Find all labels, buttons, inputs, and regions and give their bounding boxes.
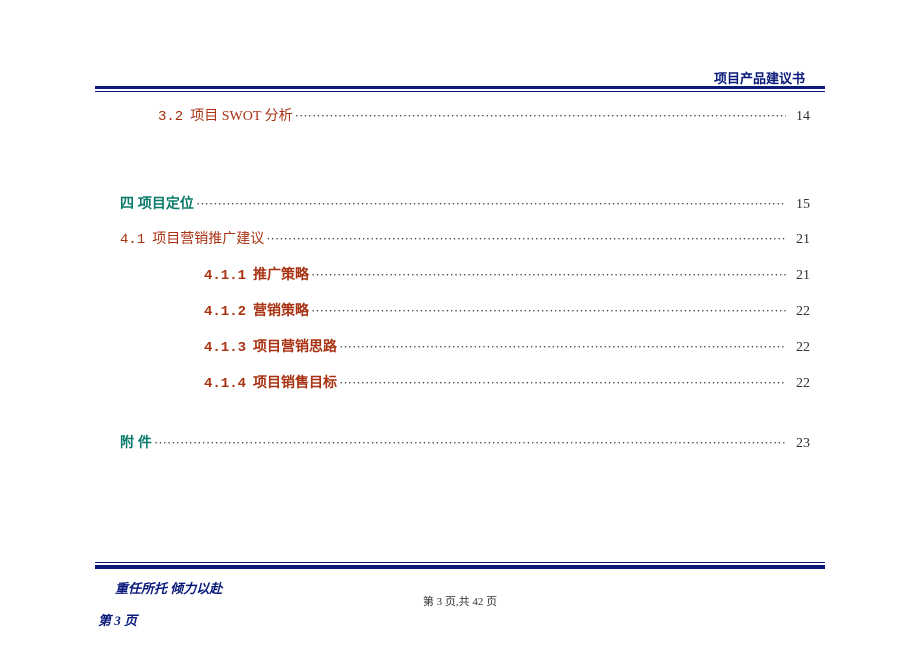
toc-text: 推广策略 <box>253 266 309 282</box>
toc-page: 22 <box>786 338 810 358</box>
header-title: 项目产品建议书 <box>714 68 805 87</box>
toc-entry-4-1: 4.1 项目营销推广建议 ···························… <box>120 229 810 250</box>
toc-leader: ········································… <box>264 229 786 249</box>
toc-page: 21 <box>786 230 810 250</box>
toc-num: 3.2 <box>158 109 183 125</box>
toc-entry-3-2: 3.2 项目 SWOT 分析 ·························… <box>158 106 810 127</box>
toc-page: 23 <box>786 434 810 454</box>
toc-text: 项目营销思路 <box>253 338 337 354</box>
toc-page: 22 <box>786 374 810 394</box>
toc-label: 4.1.4 项目销售目标 <box>204 372 337 394</box>
toc-leader: ········································… <box>309 265 786 285</box>
toc-num: 4.1.3 <box>204 340 246 356</box>
toc-entry-4-1-4: 4.1.4 项目销售目标 ···························… <box>204 372 810 394</box>
toc-label: 4.1.3 项目营销思路 <box>204 336 337 358</box>
toc-num: 4.1.1 <box>204 268 246 284</box>
toc-section-4: 四 项目定位 ·································… <box>120 193 810 215</box>
toc-text: 项目营销推广建议 <box>152 232 264 247</box>
toc-leader: ········································… <box>337 337 786 357</box>
toc-leader: ········································… <box>152 433 786 453</box>
toc-text: 项目销售目标 <box>253 374 337 390</box>
toc-text: 项目 SWOT 分析 <box>190 109 292 124</box>
toc-leader: ········································… <box>194 194 786 214</box>
toc-leader: ········································… <box>309 301 786 321</box>
footer-page-left: 第 3 页 <box>98 610 137 629</box>
toc-section-head: 四 项目定位 <box>120 193 194 213</box>
document-page: 项目产品建议书 3.2 项目 SWOT 分析 ·················… <box>0 0 920 651</box>
toc-num: 4.1 <box>120 232 145 248</box>
toc-entry-4-1-3: 4.1.3 项目营销思路 ···························… <box>204 336 810 358</box>
footer-page-center: 第 3 页,共 42 页 <box>0 593 920 609</box>
toc-content: 3.2 项目 SWOT 分析 ·························… <box>120 92 810 454</box>
toc-leader: ········································… <box>293 106 786 126</box>
toc-label: 4.1.1 推广策略 <box>204 264 309 286</box>
toc-section-appendix: 附 件 ····································… <box>120 432 810 454</box>
toc-section-head: 附 件 <box>120 432 152 452</box>
footer-divider <box>95 562 825 569</box>
toc-label: 4.1 项目营销推广建议 <box>120 230 264 250</box>
toc-entry-4-1-2: 4.1.2 营销策略 ·····························… <box>204 300 810 322</box>
toc-num: 4.1.2 <box>204 304 246 320</box>
toc-label: 4.1.2 营销策略 <box>204 300 309 322</box>
toc-page: 15 <box>786 195 810 215</box>
toc-text: 营销策略 <box>253 302 309 318</box>
toc-page: 21 <box>786 266 810 286</box>
toc-entry-4-1-1: 4.1.1 推广策略 ·····························… <box>204 264 810 286</box>
toc-page: 22 <box>786 302 810 322</box>
toc-label: 3.2 项目 SWOT 分析 <box>158 107 293 127</box>
toc-page: 14 <box>786 107 810 127</box>
toc-num: 4.1.4 <box>204 376 246 392</box>
toc-leader: ········································… <box>337 373 786 393</box>
